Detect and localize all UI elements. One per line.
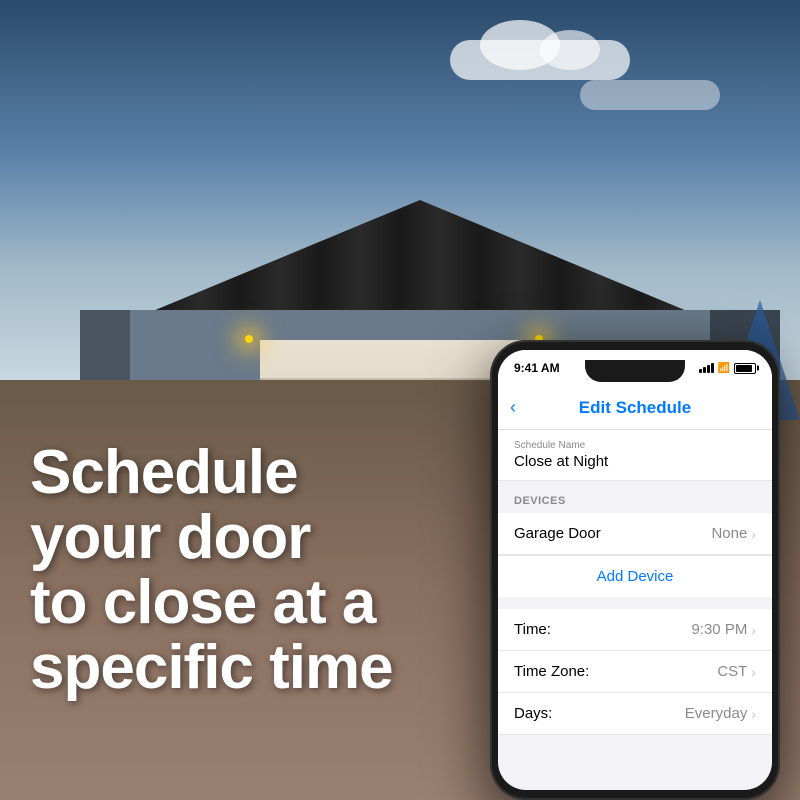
days-value: Everyday bbox=[685, 705, 748, 722]
battery-icon bbox=[734, 363, 756, 374]
time-chevron: › bbox=[751, 622, 756, 638]
nav-title: Edit Schedule bbox=[579, 398, 691, 418]
schedule-name-value: Close at Night bbox=[514, 453, 756, 470]
days-right: Everyday › bbox=[685, 705, 756, 722]
time-row[interactable]: Time: 9:30 PM › bbox=[498, 609, 772, 651]
wifi-icon: 📶 bbox=[718, 363, 730, 374]
cloud-1 bbox=[450, 40, 630, 80]
signal-icon bbox=[699, 363, 714, 373]
schedule-name-label: Schedule Name bbox=[514, 440, 756, 451]
headline: Schedule your door to close at a specifi… bbox=[30, 440, 450, 700]
divider-1 bbox=[498, 597, 772, 609]
status-icons: 📶 bbox=[699, 363, 756, 374]
garage-door-right: None › bbox=[711, 525, 756, 542]
phone-notch bbox=[585, 360, 685, 382]
time-value: 9:30 PM bbox=[691, 621, 747, 638]
devices-section-header: DEVICES bbox=[498, 481, 772, 513]
nav-bar: ‹ Edit Schedule bbox=[498, 386, 772, 430]
timezone-label: Time Zone: bbox=[514, 663, 589, 680]
add-device-button[interactable]: Add Device bbox=[498, 555, 772, 597]
phone-frame: 9:41 AM 📶 bbox=[490, 340, 780, 800]
garage-door-chevron: › bbox=[751, 526, 756, 542]
back-button[interactable]: ‹ bbox=[510, 397, 516, 418]
days-row[interactable]: Days: Everyday › bbox=[498, 693, 772, 735]
timezone-chevron: › bbox=[751, 664, 756, 680]
phone: 9:41 AM 📶 bbox=[490, 340, 780, 800]
headline-line-1: Schedule bbox=[30, 438, 298, 507]
garage-door-label: Garage Door bbox=[514, 525, 601, 542]
garage-door-row[interactable]: Garage Door None › bbox=[498, 513, 772, 555]
timezone-right: CST › bbox=[717, 663, 756, 680]
phone-screen: 9:41 AM 📶 bbox=[498, 350, 772, 790]
headline-line-4: specific time bbox=[30, 633, 393, 702]
days-chevron: › bbox=[751, 706, 756, 722]
time-right: 9:30 PM › bbox=[691, 621, 756, 638]
headline-line-2: your door bbox=[30, 503, 310, 572]
schedule-name-field[interactable]: Schedule Name Close at Night bbox=[498, 430, 772, 481]
timezone-row[interactable]: Time Zone: CST › bbox=[498, 651, 772, 693]
timezone-value: CST bbox=[717, 663, 747, 680]
headline-line-3: to close at a bbox=[30, 568, 375, 637]
status-time: 9:41 AM bbox=[514, 361, 560, 375]
form-content: Schedule Name Close at Night DEVICES Gar… bbox=[498, 430, 772, 735]
add-device-label: Add Device bbox=[597, 568, 674, 585]
spotlight-left bbox=[245, 335, 253, 343]
days-label: Days: bbox=[514, 705, 552, 722]
time-label: Time: bbox=[514, 621, 551, 638]
cloud-2 bbox=[580, 80, 720, 110]
garage-door-value: None bbox=[711, 525, 747, 542]
